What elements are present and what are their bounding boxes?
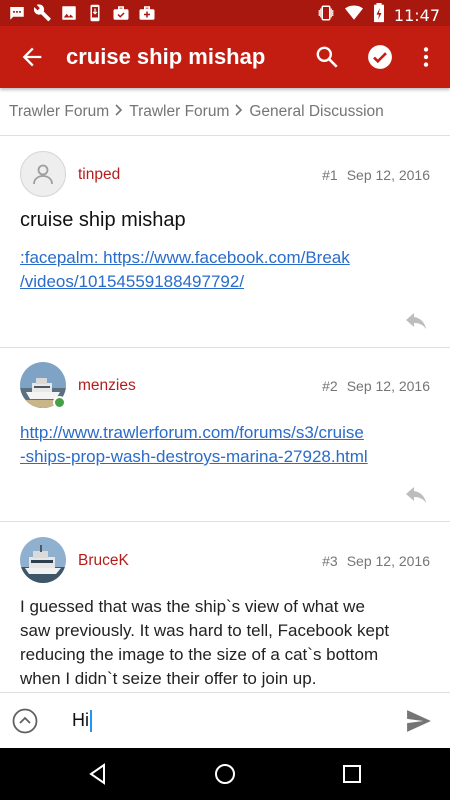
check-circle-icon[interactable] — [365, 42, 395, 72]
post-meta: #2 Sep 12, 2016 — [322, 378, 430, 394]
breadcrumb-item[interactable]: Trawler Forum — [9, 103, 109, 121]
post-link-line: /videos/10154559188497792/ — [20, 272, 245, 291]
briefcase-check-icon — [112, 4, 130, 22]
reply-icon[interactable] — [404, 313, 428, 333]
post-date: Sep 12, 2016 — [346, 167, 430, 183]
post-meta: #3 Sep 12, 2016 — [322, 553, 430, 569]
breadcrumb-item[interactable]: Trawler Forum — [129, 103, 229, 121]
app-bar: cruise ship mishap — [0, 26, 450, 88]
image-icon — [60, 4, 78, 22]
post-3: BruceK #3 Sep 12, 2016 I guessed that was… — [0, 522, 450, 692]
chevron-right-icon — [115, 103, 123, 121]
breadcrumb-item[interactable]: General Discussion — [249, 103, 383, 121]
post-meta: #1 Sep 12, 2016 — [322, 167, 430, 183]
post-link-line: :facepalm: https://www.facebook.com/Brea… — [20, 248, 350, 267]
breadcrumb: Trawler Forum Trawler Forum General Disc… — [0, 88, 450, 136]
post-author[interactable]: tinped — [78, 166, 120, 184]
status-time: 11:47 — [393, 6, 440, 25]
back-arrow-icon[interactable] — [18, 43, 46, 71]
post-body: I guessed that was the ship`s view of wh… — [20, 595, 410, 691]
home-icon[interactable] — [213, 762, 237, 786]
chevron-right-icon — [235, 103, 243, 121]
post-author[interactable]: BruceK — [78, 552, 129, 570]
chat-bubble-icon — [8, 4, 26, 22]
post-link[interactable]: :facepalm: https://www.facebook.com/Brea… — [20, 246, 400, 294]
post-date: Sep 12, 2016 — [346, 553, 430, 569]
post-number[interactable]: #1 — [322, 167, 338, 183]
phone-download-icon — [86, 4, 104, 22]
post-2: menzies #2 Sep 12, 2016 http://www.trawle… — [0, 348, 450, 522]
post-link[interactable]: http://www.trawlerforum.com/forums/s3/cr… — [20, 421, 410, 469]
avatar[interactable] — [20, 537, 66, 583]
post-body-line: I guessed that was the ship`s view of wh… — [20, 597, 365, 616]
post-body-line: when I didn`t seize their offer to join … — [20, 669, 317, 688]
reply-composer: Hi — [0, 692, 450, 749]
post-link-line: -ships-prop-wash-destroys-marina-27928.h… — [20, 447, 368, 466]
reply-input[interactable]: Hi — [72, 710, 92, 733]
more-vert-icon[interactable] — [411, 42, 441, 72]
wrench-icon — [34, 4, 52, 22]
text-cursor — [90, 710, 92, 733]
battery-charging-icon — [372, 3, 386, 28]
post-author[interactable]: menzies — [78, 377, 136, 395]
briefcase-plus-icon — [138, 4, 156, 22]
post-number[interactable]: #2 — [322, 378, 338, 394]
search-icon[interactable] — [312, 42, 342, 72]
default-user-icon[interactable] — [20, 151, 66, 197]
expand-up-icon[interactable] — [12, 708, 38, 734]
page-title: cruise ship mishap — [66, 44, 266, 69]
nav-bar — [0, 748, 450, 800]
vibrate-icon — [316, 4, 336, 27]
post-body-line: reducing the image to the size of a cat`… — [20, 645, 379, 664]
post-number[interactable]: #3 — [322, 553, 338, 569]
online-indicator — [53, 396, 66, 409]
wifi-icon — [344, 4, 364, 27]
send-icon[interactable] — [406, 709, 432, 733]
reply-icon[interactable] — [404, 487, 428, 507]
back-icon[interactable] — [86, 762, 110, 786]
post-1: tinped #1 Sep 12, 2016 cruise ship mishap… — [0, 137, 450, 348]
post-date: Sep 12, 2016 — [346, 378, 430, 394]
post-link-line: http://www.trawlerforum.com/forums/s3/cr… — [20, 423, 364, 442]
status-bar: 11:47 — [0, 0, 450, 26]
post-body-line: saw previously. It was hard to tell, Fac… — [20, 621, 390, 640]
post-title: cruise ship mishap — [20, 209, 186, 231]
reply-input-value: Hi — [72, 710, 89, 730]
recents-icon[interactable] — [340, 762, 364, 786]
